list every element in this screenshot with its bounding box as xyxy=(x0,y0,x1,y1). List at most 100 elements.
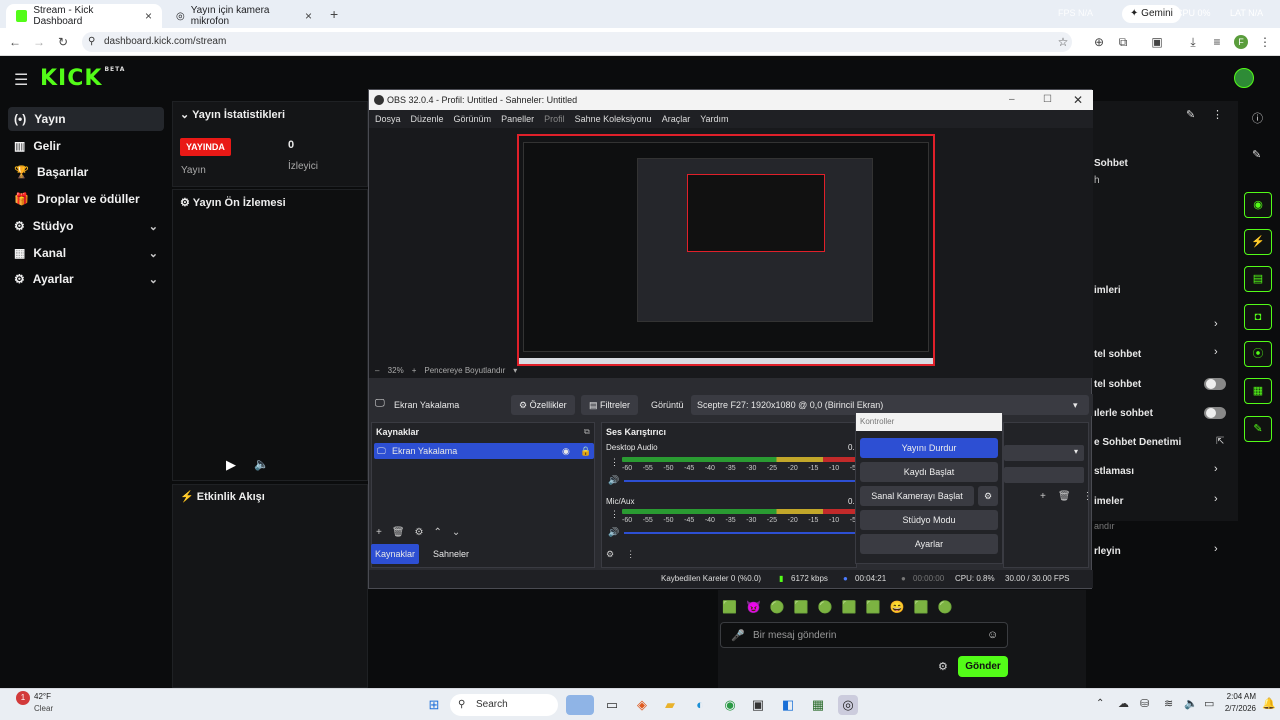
back-icon[interactable]: ← xyxy=(8,35,22,49)
app-icon[interactable]: ▣ xyxy=(748,695,768,715)
zoom-controls[interactable]: – 32% + Pencereye Boyutlandır ▾ xyxy=(375,366,517,375)
start-recording-button[interactable]: Kaydı Başlat xyxy=(860,462,998,482)
emote-icon[interactable]: 🟢 xyxy=(938,600,953,614)
transition-select[interactable]: ▾ xyxy=(1004,445,1084,461)
widgets-icon[interactable] xyxy=(566,695,594,715)
chevron-right-icon[interactable]: › xyxy=(1214,493,1218,505)
clock-date[interactable]: 2/7/2026 xyxy=(1222,704,1256,713)
emote-icon[interactable]: 😄 xyxy=(890,600,905,614)
gear-icon[interactable]: ⚙ xyxy=(415,527,424,538)
studio-mode-button[interactable]: Stüdyo Modu xyxy=(860,510,998,530)
emote-icon[interactable]: 🟩 xyxy=(914,600,929,614)
info-icon[interactable]: ⓘ xyxy=(1252,110,1263,126)
more-icon[interactable]: ⋮ xyxy=(610,509,619,520)
clock-time[interactable]: 2:04 AM xyxy=(1222,692,1256,701)
gear-icon[interactable]: ⚙ xyxy=(606,549,614,559)
menu-paneller[interactable]: Paneller xyxy=(501,110,534,128)
external-link-icon[interactable]: ⇱ xyxy=(1216,436,1224,447)
lock-icon[interactable]: 🔒 xyxy=(580,443,591,459)
profile-avatar[interactable]: F xyxy=(1234,35,1248,49)
copilot-icon[interactable]: ◈ xyxy=(632,695,652,715)
chevron-down-icon[interactable]: ⌄ xyxy=(452,527,460,538)
menu-dosya[interactable]: Dosya xyxy=(375,110,401,128)
notification-icon[interactable]: 🔔 xyxy=(1262,697,1276,710)
emote-icon[interactable]: 😈 xyxy=(746,600,761,614)
tab-stream-kick[interactable]: Stream - Kick Dashboard × xyxy=(6,4,162,28)
url-field[interactable]: ⚲ dashboard.kick.com/stream xyxy=(82,32,1072,52)
gear-icon[interactable]: ⚙ xyxy=(180,197,193,209)
chat-message-input[interactable]: 🎤 Bir mesaj gönderin ☺ xyxy=(720,622,1008,648)
chevron-down-icon[interactable]: ⌄ xyxy=(180,109,192,121)
download-icon[interactable]: ⤓ xyxy=(1186,35,1200,49)
menu-gorunum[interactable]: Görünüm xyxy=(454,110,492,128)
list-icon[interactable]: ▤ xyxy=(1244,266,1272,292)
sidepanel-icon[interactable]: ▣ xyxy=(1150,35,1164,49)
edge-icon[interactable]: ◐ xyxy=(690,695,710,715)
setting-toggle[interactable] xyxy=(1204,407,1226,419)
bookmark-star-icon[interactable]: ☆ xyxy=(1056,35,1070,49)
gear-icon[interactable]: ⚙ xyxy=(938,660,948,673)
preview-canvas[interactable] xyxy=(517,134,935,366)
volume-slider[interactable] xyxy=(624,532,856,534)
gemini-button[interactable]: ✦ Gemini xyxy=(1122,5,1181,23)
tab-sahneler[interactable]: Sahneler xyxy=(427,544,475,564)
windows-start-icon[interactable]: ⊞ xyxy=(424,695,444,715)
tab-kaynaklar[interactable]: Kaynaklar xyxy=(371,544,419,564)
menu-profil[interactable]: Profil xyxy=(544,110,565,128)
menu-araclar[interactable]: Araçlar xyxy=(662,110,691,128)
minimize-icon[interactable]: – xyxy=(1009,90,1015,110)
hamburger-icon[interactable]: ☰ xyxy=(14,70,28,90)
maximize-icon[interactable]: ☐ xyxy=(1043,90,1052,110)
file-explorer-icon[interactable]: ▰ xyxy=(660,695,680,715)
menu-sahne-koleksiyonu[interactable]: Sahne Koleksiyonu xyxy=(575,110,652,128)
filters-button[interactable]: ▤ Filtreler xyxy=(581,395,639,415)
chevron-right-icon[interactable]: › xyxy=(1214,463,1218,475)
broadcast-icon[interactable]: ⦿ xyxy=(1244,341,1272,367)
trash-icon[interactable]: 🗑 xyxy=(1058,491,1071,502)
dock-menu-icon[interactable]: ⧉ xyxy=(584,427,590,437)
emoji-icon[interactable]: ☺ xyxy=(987,629,998,641)
weather-icon[interactable]: 1 xyxy=(16,691,30,705)
app-icon[interactable]: ▦ xyxy=(808,695,828,715)
more-icon[interactable]: ⋮ xyxy=(626,549,635,559)
chevron-right-icon[interactable]: › xyxy=(1214,346,1218,358)
sidebar-item-studyo[interactable]: ⚙ Stüdyo ⌄ xyxy=(8,214,164,238)
menu-dots-icon[interactable]: ⋮ xyxy=(1258,35,1272,49)
store-icon[interactable]: ◧ xyxy=(778,695,798,715)
menu-duzenle[interactable]: Düzenle xyxy=(411,110,444,128)
camera-icon[interactable]: ◉ xyxy=(1244,192,1272,218)
emote-icon[interactable]: 🟩 xyxy=(866,600,881,614)
emote-icon[interactable]: 🟢 xyxy=(770,600,785,614)
site-info-icon[interactable]: ⚲ xyxy=(88,32,95,52)
volume-icon[interactable]: 🔈 xyxy=(254,457,269,471)
obs-preview[interactable]: – 32% + Pencereye Boyutlandır ▾ xyxy=(369,128,1093,378)
emote-icon[interactable]: 🟩 xyxy=(794,600,809,614)
volume-slider[interactable] xyxy=(624,480,856,482)
add-icon[interactable]: + xyxy=(1040,491,1046,502)
trash-icon[interactable]: 🗑 xyxy=(392,527,405,538)
user-avatar[interactable] xyxy=(1234,68,1254,88)
new-tab-button[interactable]: + xyxy=(330,6,338,22)
gear-icon[interactable]: ⚙ xyxy=(978,486,998,506)
chevron-right-icon[interactable]: › xyxy=(1214,543,1218,555)
forward-icon[interactable]: → xyxy=(32,35,46,49)
microphone-icon[interactable]: 🎤 xyxy=(731,629,745,642)
sidebar-item-yayin[interactable]: (•) Yayın xyxy=(8,107,164,131)
eye-icon[interactable]: ◉ xyxy=(562,443,570,459)
puzzle-icon[interactable]: ⧉ xyxy=(1116,35,1130,49)
speaker-icon[interactable]: 🔈 xyxy=(1184,697,1198,710)
duration-field[interactable] xyxy=(1004,467,1084,483)
sidebar-item-droplar[interactable]: 🎁 Droplar ve ödüller xyxy=(8,187,164,211)
emote-icon[interactable]: 🟩 xyxy=(842,600,857,614)
obs-taskbar-icon[interactable]: ◎ xyxy=(838,695,858,715)
more-icon[interactable]: ⋮ xyxy=(1083,491,1093,502)
emote-icon[interactable]: 🟩 xyxy=(722,600,737,614)
volume-icon[interactable]: 🔊 xyxy=(608,475,619,486)
menu-yardim[interactable]: Yardım xyxy=(700,110,728,128)
more-icon[interactable]: ⋮ xyxy=(610,457,619,468)
pencil-icon[interactable]: ✎ xyxy=(1252,148,1261,161)
task-view-icon[interactable]: ▭ xyxy=(602,695,622,715)
properties-button[interactable]: ⚙ Özellikler xyxy=(511,395,575,415)
reload-icon[interactable]: ↻ xyxy=(56,35,70,49)
tray-icon[interactable]: ☁ xyxy=(1118,697,1129,710)
